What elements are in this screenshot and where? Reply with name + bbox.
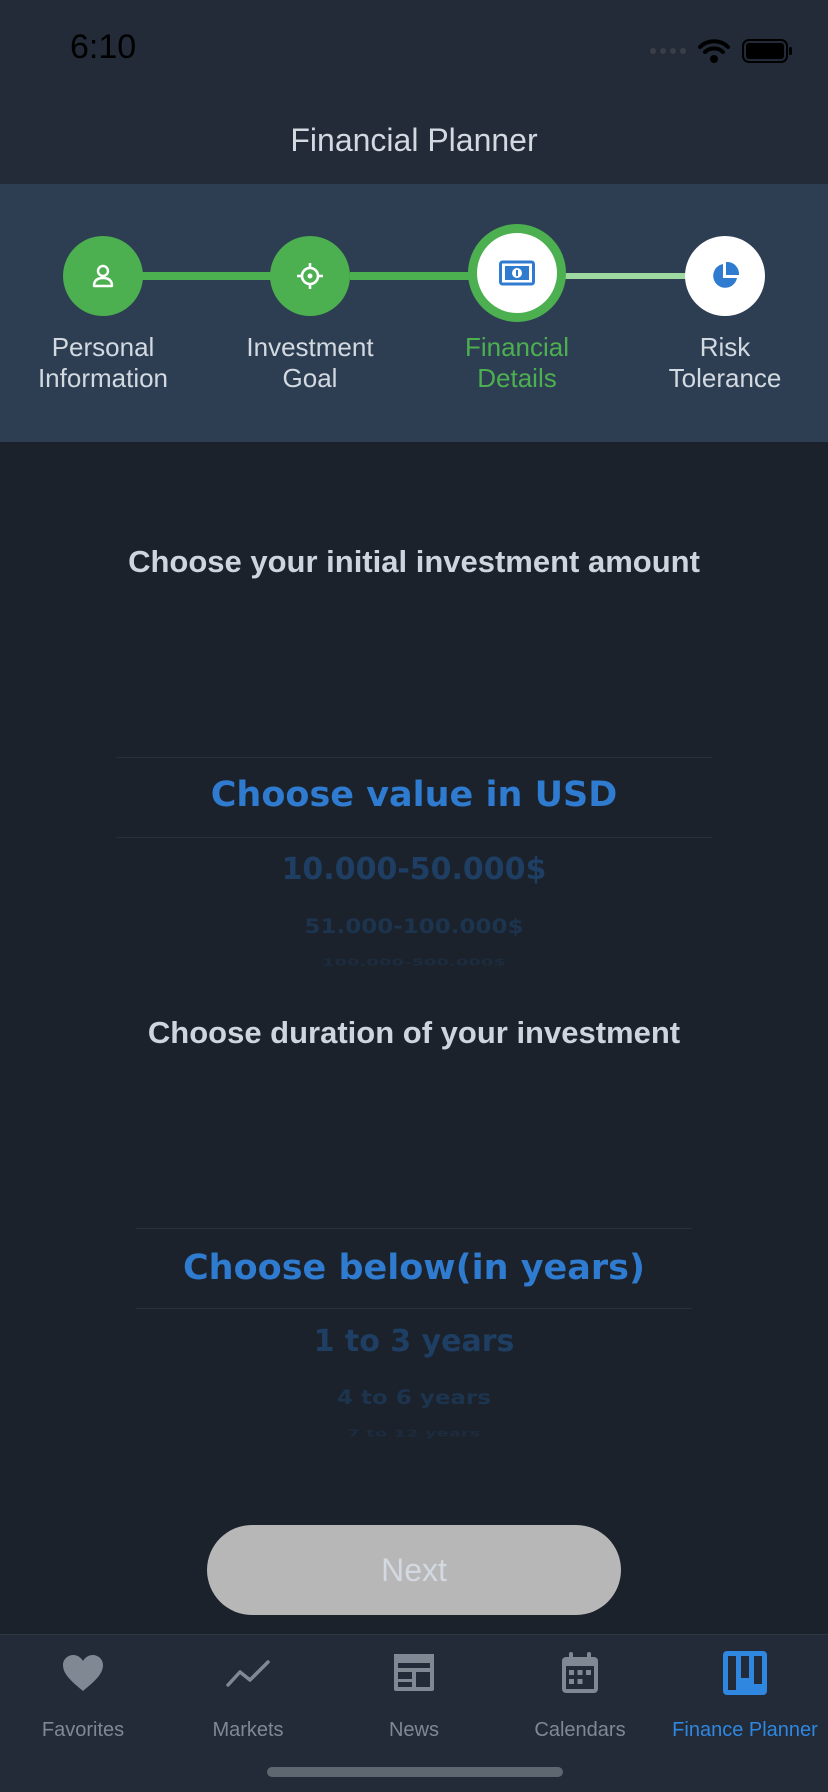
kanban-board-icon [719,1647,771,1699]
tab-calendars[interactable]: Calendars [497,1635,663,1755]
picker-divider [136,1228,692,1229]
duration-option[interactable]: 7 to 12 years [136,1428,692,1440]
tab-label: Finance Planner [672,1719,818,1741]
step-label-risk-tolerance: Risk Tolerance [668,332,782,393]
step-personal-information[interactable] [63,236,143,316]
duration-picker[interactable]: Choose below(in years) 1 to 3 years 4 to… [136,1210,692,1442]
duration-section-title: Choose duration of your investment [147,1015,681,1050]
crosshair-icon [297,263,323,289]
picker-divider [116,757,712,758]
tab-finance-planner[interactable]: Finance Planner [662,1635,828,1755]
status-bar: 6:10 [0,0,828,100]
status-icons [650,36,794,66]
amount-option[interactable]: 51.000-100.000$ [116,916,712,938]
next-button[interactable]: Next [207,1525,621,1615]
navigation-header: Financial Planner [0,100,828,184]
duration-option[interactable]: 1 to 3 years [136,1324,692,1359]
amount-option[interactable]: 100.000-500.000$ [116,957,712,969]
step-label-financial-details: Financial Details [464,332,570,393]
tab-news[interactable]: News [331,1635,497,1755]
picker-divider [116,837,712,838]
step-label-personal-information: Personal Information [37,332,169,393]
pie-chart-icon [713,261,740,288]
home-indicator[interactable] [267,1767,563,1777]
tab-label: Calendars [534,1719,626,1741]
duration-picker-selected[interactable]: Choose below(in years) [136,1248,692,1288]
picker-divider [136,1308,692,1309]
tab-label: Favorites [41,1719,125,1741]
progress-stepper: Personal Information Investment Goal Finan… [0,184,828,442]
status-time: 6:10 [70,28,137,66]
amount-section-title: Choose your initial investment amount [128,544,700,579]
step-connector-2 [350,272,475,280]
cellular-signal-icon [650,48,686,54]
heart-icon [57,1647,109,1699]
step-connector-3 [565,273,687,279]
banknote-icon [499,260,535,286]
tab-markets[interactable]: Markets [165,1635,331,1755]
amount-option[interactable]: 10.000-50.000$ [116,852,712,887]
amount-picker[interactable]: Choose value in USD 10.000-50.000$ 51.00… [116,740,712,970]
step-label-investment-goal: Investment Goal [246,332,374,393]
battery-icon [742,39,792,63]
step-risk-tolerance[interactable] [685,236,765,316]
step-financial-details[interactable] [468,224,566,322]
amount-picker-selected[interactable]: Choose value in USD [116,775,712,815]
step-investment-goal[interactable] [270,236,350,316]
newspaper-icon [388,1647,440,1699]
tab-favorites[interactable]: Favorites [0,1635,166,1755]
trend-line-icon [222,1647,274,1699]
step-connector-1 [142,272,272,280]
person-icon [92,264,114,288]
duration-option[interactable]: 4 to 6 years [136,1387,692,1409]
calendar-icon [554,1647,606,1699]
tab-label: News [388,1719,439,1741]
wifi-icon [698,39,730,63]
page-title: Financial Planner [290,122,538,158]
tab-label: Markets [212,1719,284,1741]
